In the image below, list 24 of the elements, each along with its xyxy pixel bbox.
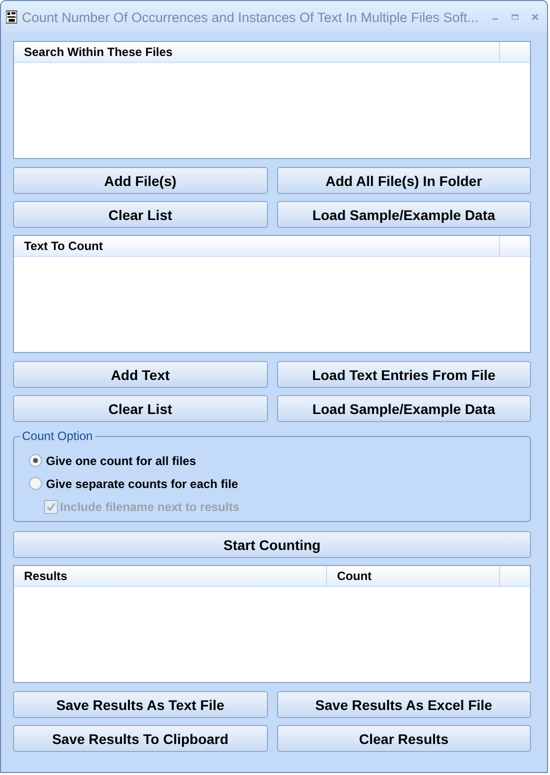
action-button[interactable]: Save Results As Text File bbox=[13, 691, 268, 718]
radio-option[interactable]: Give one count for all files bbox=[29, 449, 530, 472]
radio-option[interactable]: Give separate counts for each file bbox=[29, 472, 530, 495]
group-title: Count Option bbox=[20, 429, 95, 443]
list-view[interactable]: Results Count bbox=[13, 565, 531, 683]
list-view[interactable]: Text To Count bbox=[13, 235, 531, 353]
app-icon bbox=[6, 8, 17, 26]
action-button[interactable]: Clear Results bbox=[276, 725, 531, 752]
action-button[interactable]: Load Sample/Example Data bbox=[276, 201, 531, 228]
column-header[interactable]: Results bbox=[14, 566, 327, 586]
window-title: Count Number Of Occurrences and Instances Of Text In Multiple Files Soft... bbox=[22, 10, 479, 24]
list-view[interactable]: Search Within These Files bbox=[13, 41, 531, 159]
action-button[interactable]: Clear List bbox=[13, 395, 268, 422]
close-icon[interactable] bbox=[530, 11, 539, 23]
action-button[interactable]: Start Counting bbox=[13, 531, 531, 558]
action-button[interactable]: Load Text Entries From File bbox=[276, 361, 531, 388]
action-button[interactable]: Add All File(s) In Folder bbox=[276, 167, 531, 194]
action-button[interactable]: Load Sample/Example Data bbox=[276, 395, 531, 422]
action-button[interactable]: Clear List bbox=[13, 201, 268, 228]
action-button[interactable]: Save Results As Excel File bbox=[276, 691, 531, 718]
action-button[interactable]: Add Text bbox=[13, 361, 268, 388]
action-button[interactable]: Save Results To Clipboard bbox=[13, 725, 268, 752]
column-header[interactable]: Count bbox=[327, 566, 500, 586]
action-button[interactable]: Add File(s) bbox=[13, 167, 268, 194]
